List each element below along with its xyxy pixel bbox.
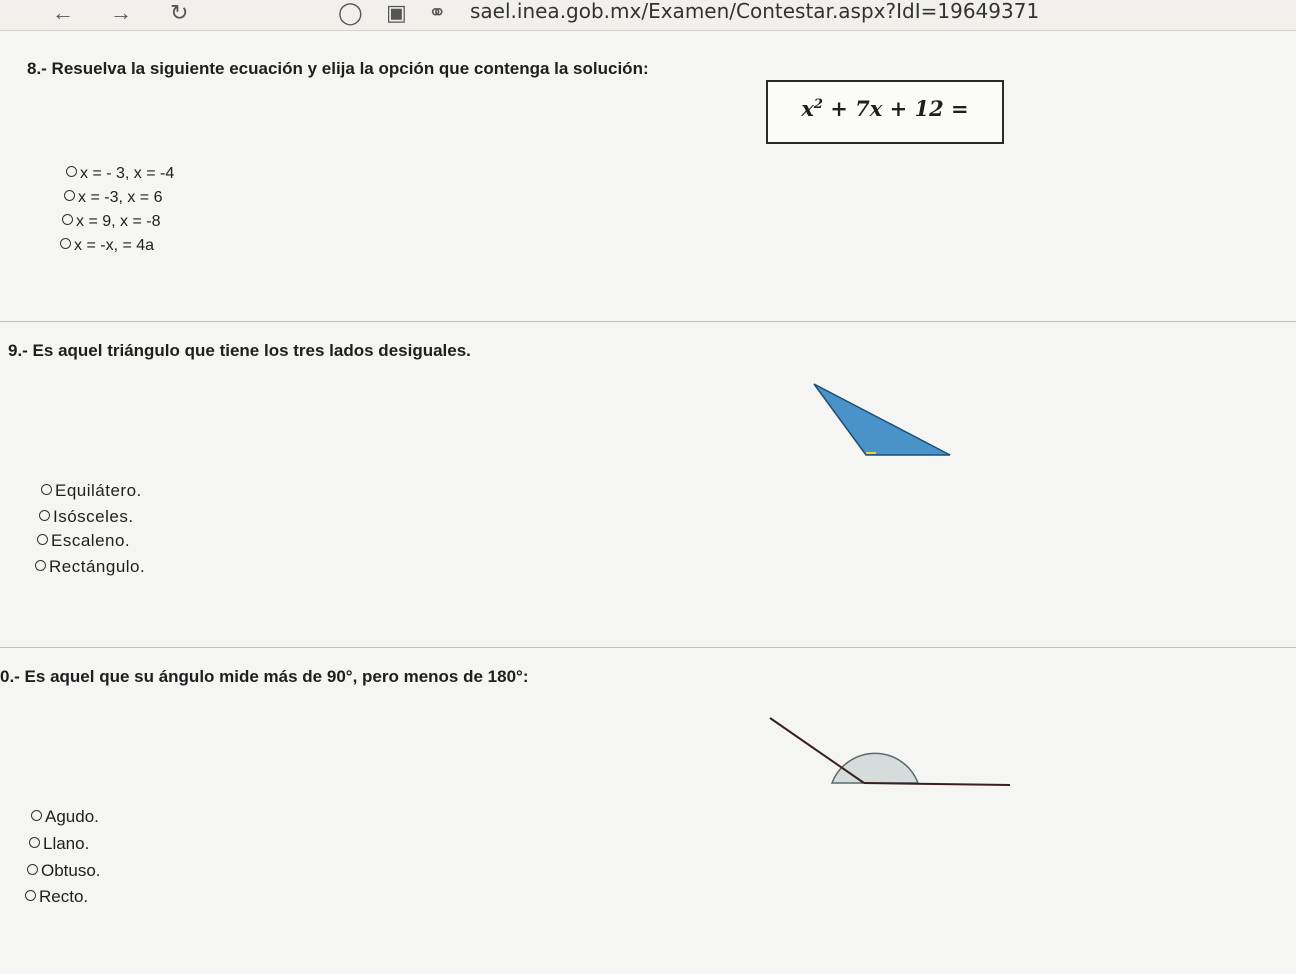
question-8-option-4[interactable]: x = -x, = 4a: [60, 237, 154, 255]
question-separator: [0, 321, 1296, 322]
radio-icon[interactable]: [35, 560, 46, 571]
angle-arc: [830, 752, 920, 784]
equation-box: x2 + 7x + 12 =: [766, 80, 1004, 144]
question-10-option-4[interactable]: Recto.: [25, 887, 88, 907]
radio-icon[interactable]: [31, 810, 42, 821]
radio-icon[interactable]: [66, 166, 77, 177]
radio-icon[interactable]: [27, 864, 38, 875]
question-9-option-2[interactable]: Isósceles.: [39, 507, 134, 527]
radio-icon[interactable]: [29, 837, 40, 848]
exam-page: 8.- Resuelva la siguiente ecuación y eli…: [0, 31, 1296, 974]
shield-icon[interactable]: ◯: [338, 0, 363, 28]
radio-icon[interactable]: [60, 238, 71, 249]
question-9-option-3[interactable]: Escaleno.: [37, 531, 130, 551]
question-10-option-3[interactable]: Obtuso.: [27, 861, 101, 881]
question-8-option-2[interactable]: x = -3, x = 6: [64, 189, 162, 207]
scalene-triangle: [813, 383, 951, 456]
question-9-option-1[interactable]: Equilátero.: [41, 481, 142, 501]
radio-icon[interactable]: [25, 890, 36, 901]
radio-icon[interactable]: [41, 484, 52, 495]
scalene-triangle-image: [813, 383, 951, 456]
browser-toolbar: ← → ↻ ◯ ▣ ⚭ sael.inea.gob.mx/Examen/Cont…: [0, 0, 1296, 31]
angle-ray: [769, 717, 865, 784]
question-9-title: 9.- Es aquel triángulo que tiene los tre…: [8, 341, 471, 360]
reload-icon[interactable]: ↻: [170, 0, 188, 28]
radio-icon[interactable]: [37, 534, 48, 545]
key-icon[interactable]: ⚭: [428, 0, 446, 28]
lock-icon[interactable]: ▣: [386, 0, 407, 28]
question-8-option-1[interactable]: x = - 3, x = -4: [66, 165, 174, 183]
question-10-option-1[interactable]: Agudo.: [31, 807, 99, 827]
question-separator: [0, 647, 1296, 648]
obtuse-angle-image: [769, 717, 1011, 786]
question-8-title: 8.- Resuelva la siguiente ecuación y eli…: [27, 59, 649, 78]
question-10-option-2[interactable]: Llano.: [29, 834, 89, 854]
radio-icon[interactable]: [64, 190, 75, 201]
equation: x2 + 7x + 12 =: [801, 96, 969, 121]
question-10-title: 0.- Es aquel que su ángulo mide más de 9…: [0, 667, 529, 686]
question-8-option-3[interactable]: x = 9, x = -8: [62, 213, 160, 231]
radio-icon[interactable]: [39, 510, 50, 521]
question-9-option-4[interactable]: Rectángulo.: [35, 557, 145, 577]
arrow-left-icon[interactable]: ←: [52, 0, 74, 28]
radio-icon[interactable]: [62, 214, 73, 225]
address-bar-url[interactable]: sael.inea.gob.mx/Examen/Contestar.aspx?I…: [470, 0, 1039, 22]
angle-ray: [863, 782, 1011, 786]
arrow-right-icon[interactable]: →: [110, 0, 132, 28]
